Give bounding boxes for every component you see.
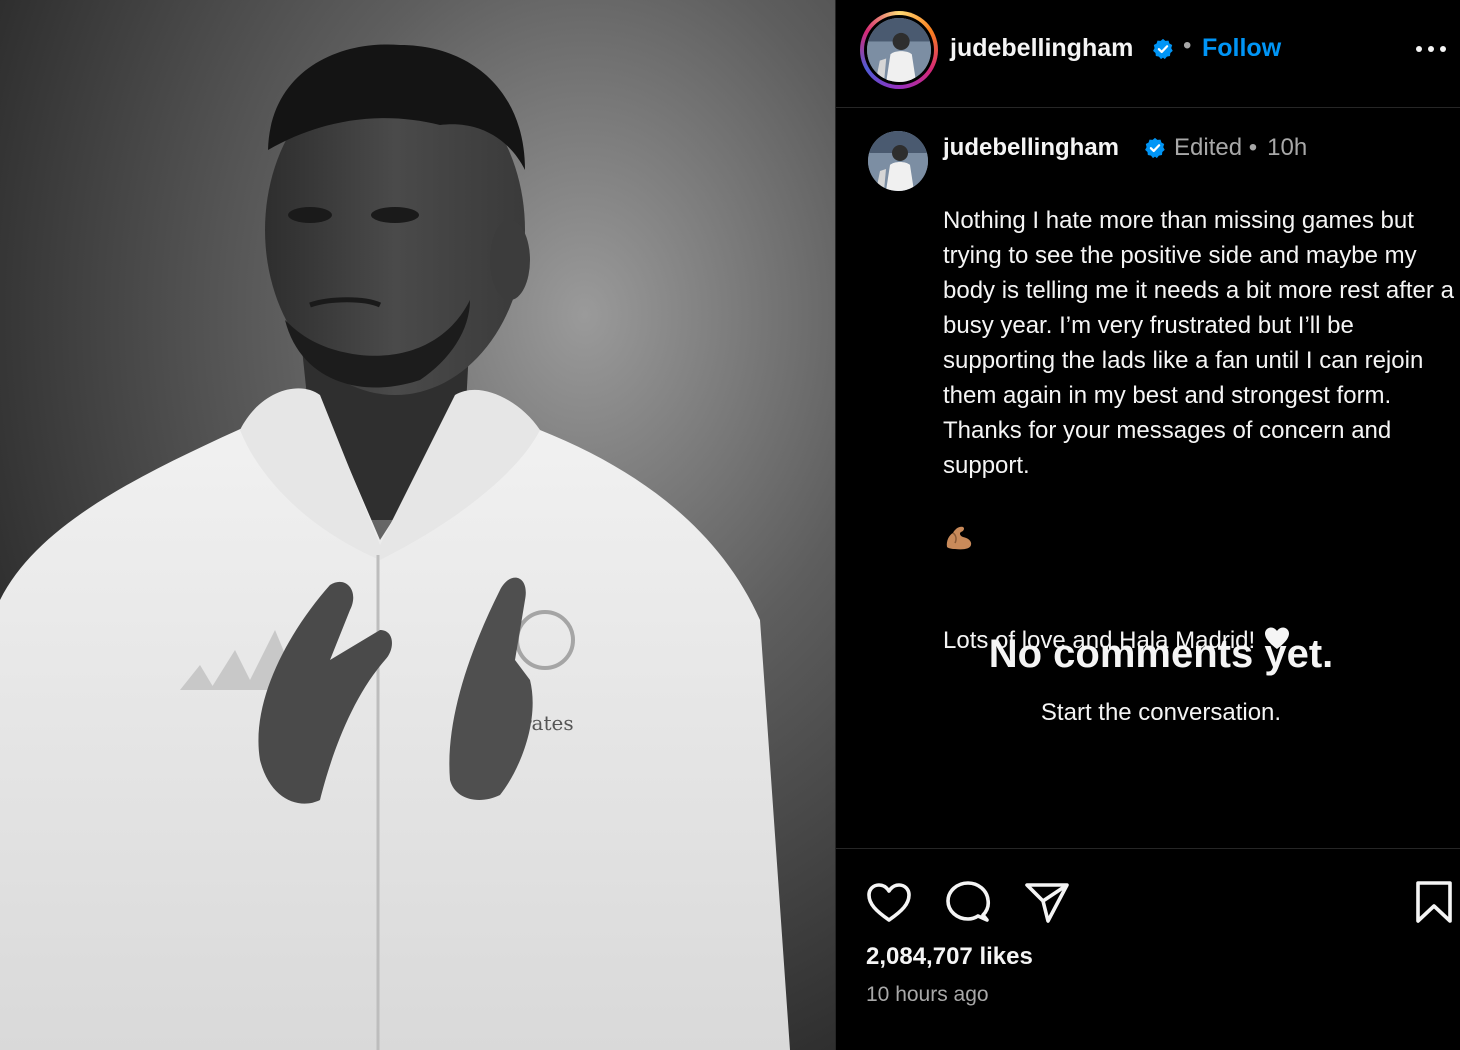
post-timestamp[interactable]: 10 hours ago [866,983,989,1007]
header-username[interactable]: judebellingham [950,34,1133,63]
caption-time[interactable]: 10h [1267,134,1307,161]
caption-body: Nothing I hate more than missing games b… [943,207,1454,479]
post-photo[interactable]: rates [0,0,835,1050]
save-button[interactable] [1409,879,1459,925]
verified-badge-icon [1145,137,1165,159]
comment-button[interactable] [943,879,993,925]
post-header: judebellingham • Follow [836,0,1460,108]
comment-icon [946,881,991,922]
caption-meta: Edited • 10h [1174,134,1307,162]
likes-count[interactable]: 2,084,707 likes [866,943,1033,971]
caption-avatar-image [868,131,928,191]
no-comments-title: No comments yet. [988,632,1334,676]
no-comments-subtitle: Start the conversation. [1040,699,1282,726]
post-side-panel: judebellingham • Follow judebellingham E… [835,0,1460,1050]
bookmark-icon [1416,881,1452,923]
caption-text: Nothing I hate more than missing games b… [943,168,1455,693]
follow-button[interactable]: Follow [1202,34,1281,63]
avatar-image [867,18,931,82]
header-separator: • [1183,32,1192,59]
profile-avatar[interactable] [860,11,938,89]
post-actions: 2,084,707 likes 10 hours ago [836,848,1460,1050]
caption-avatar[interactable] [868,131,928,191]
verified-badge-icon [1153,38,1173,60]
edited-label: Edited • [1174,134,1258,161]
share-icon [1025,883,1069,923]
flexed-biceps-emoji-icon [946,526,972,550]
more-options-icon[interactable] [1411,38,1451,60]
heart-icon [867,883,911,922]
like-button[interactable] [864,879,914,925]
player-photo-illustration: rates [0,0,835,1050]
share-button[interactable] [1022,879,1072,925]
caption-username[interactable]: judebellingham [943,134,1119,162]
